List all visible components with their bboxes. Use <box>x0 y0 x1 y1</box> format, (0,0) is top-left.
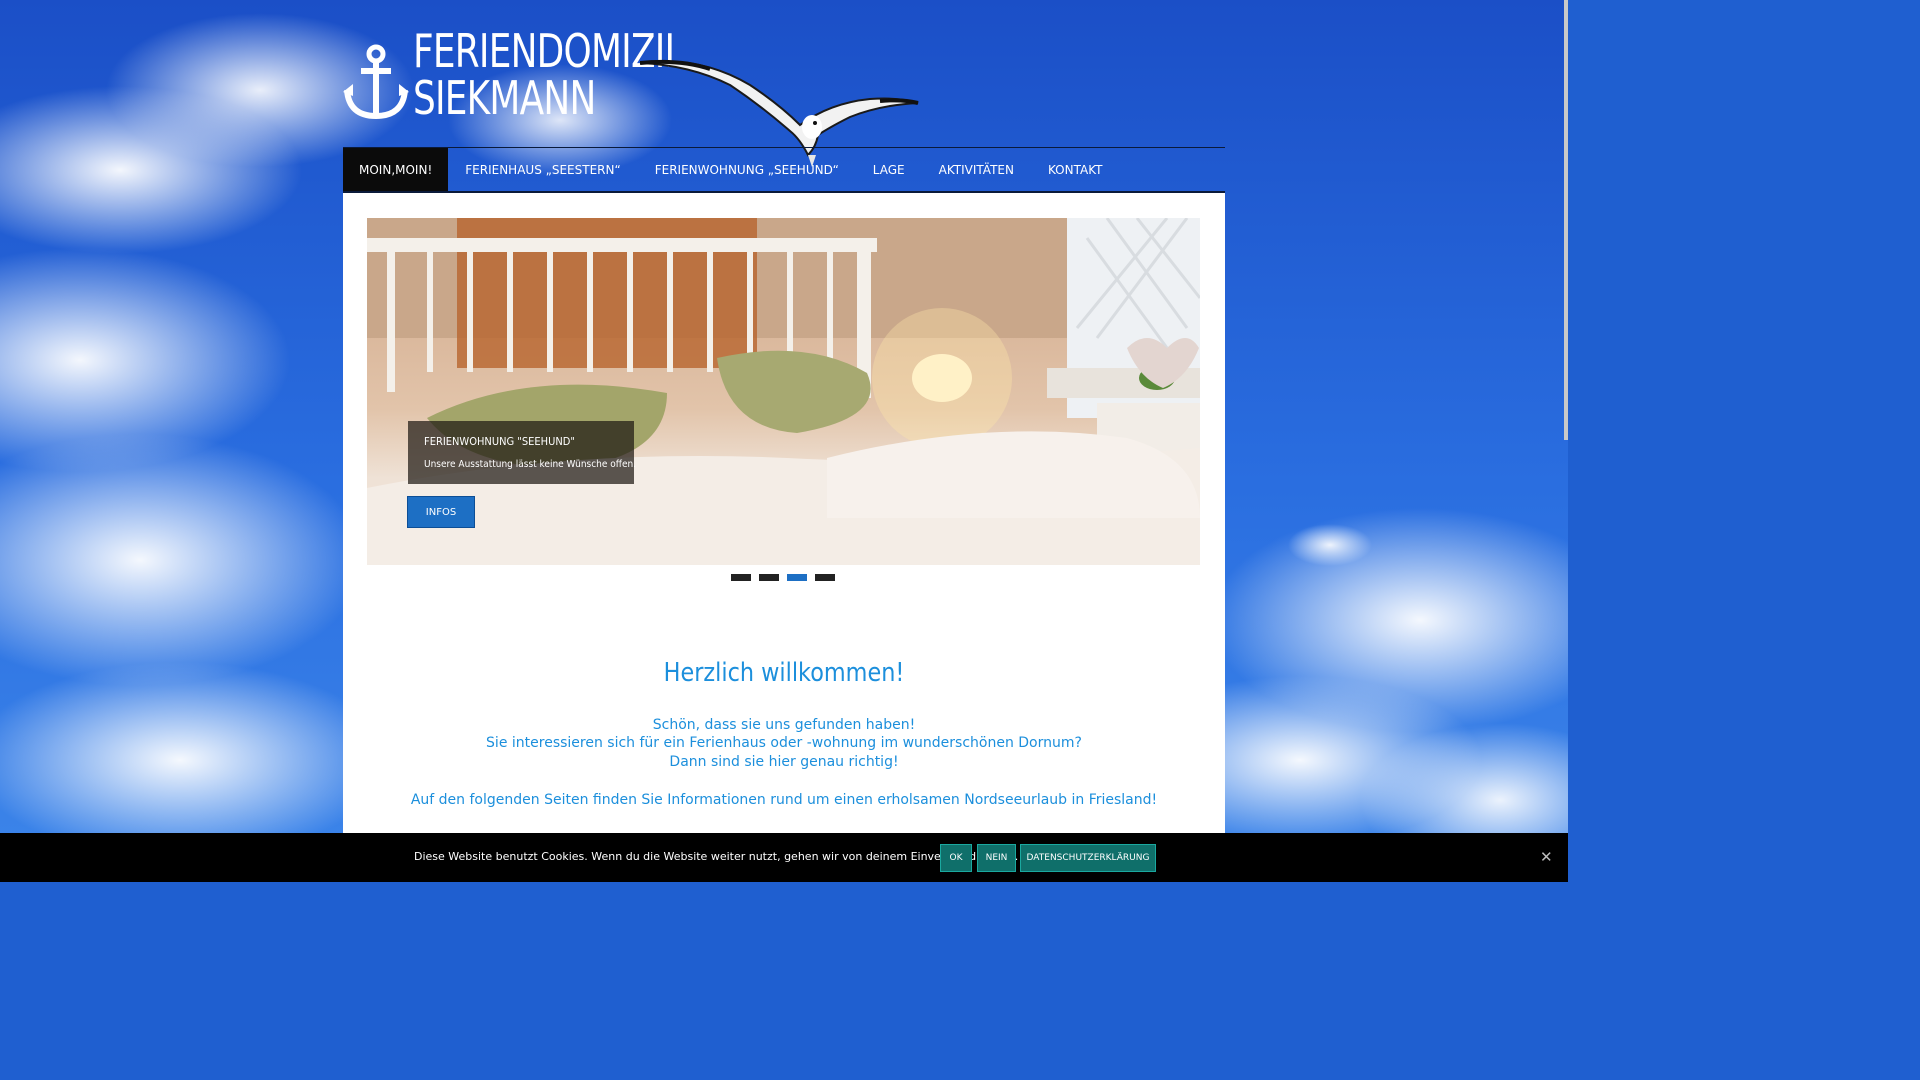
infos-button[interactable]: INFOS <box>407 496 475 528</box>
anchor-icon <box>343 44 409 120</box>
cookie-notice-bar: Diese Website benutzt Cookies. Wenn du d… <box>0 833 1568 882</box>
welcome-text-line4: Auf den folgenden Seiten finden Sie Info… <box>410 792 1158 808</box>
cookie-no-button[interactable]: NEIN <box>977 844 1016 872</box>
slider-dot[interactable] <box>759 574 779 581</box>
slide-caption-title: FERIENWOHNUNG "SEEHUND" <box>424 435 575 448</box>
welcome-heading: Herzlich willkommen! <box>663 658 905 688</box>
cookie-ok-button[interactable]: OK <box>940 844 972 872</box>
welcome-text-line2: Sie interessieren sich für ein Ferienhau… <box>486 735 1082 751</box>
nav-item-moin-moin[interactable]: MOIN,MOIN! <box>343 148 449 191</box>
content-panel: FERIENWOHNUNG "SEEHUND" Unsere Ausstattu… <box>343 193 1225 833</box>
bedroom-photo <box>367 218 1200 565</box>
close-icon[interactable]: ✕ <box>1540 848 1553 866</box>
page-scrollbar[interactable] <box>1564 0 1568 440</box>
slider-dot[interactable] <box>815 574 835 581</box>
image-slider[interactable]: FERIENWOHNUNG "SEEHUND" Unsere Ausstattu… <box>367 218 1200 565</box>
slide-caption: FERIENWOHNUNG "SEEHUND" Unsere Ausstattu… <box>408 421 637 484</box>
nav-item-ferienhaus-seestern[interactable]: FERIENHAUS „SEESTERN“ <box>448 148 637 191</box>
nav-item-lage[interactable]: LAGE <box>856 148 922 191</box>
slider-dot-active[interactable] <box>787 574 807 581</box>
welcome-text-line3: Dann sind sie hier genau richtig! <box>669 754 899 770</box>
main-navigation: MOIN,MOIN! FERIENHAUS „SEESTERN“ FERIENW… <box>343 147 1225 194</box>
nav-item-ferienwohnung-seehund[interactable]: FERIENWOHNUNG „SEEHUND“ <box>638 148 856 191</box>
slider-pagination <box>731 574 835 581</box>
slider-dot[interactable] <box>731 574 751 581</box>
privacy-policy-button[interactable]: DATENSCHUTZERKLÄRUNG <box>1020 844 1156 872</box>
nav-item-aktivitaeten[interactable]: AKTIVITÄTEN <box>922 148 1031 191</box>
slide-caption-text: Unsere Ausstattung lässt keine Wünsche o… <box>424 459 637 470</box>
cookie-notice-text: Diese Website benutzt Cookies. Wenn du d… <box>414 850 1019 863</box>
welcome-text-line1: Schön, dass sie uns gefunden haben! <box>652 717 916 733</box>
nav-item-kontakt[interactable]: KONTAKT <box>1031 148 1120 191</box>
